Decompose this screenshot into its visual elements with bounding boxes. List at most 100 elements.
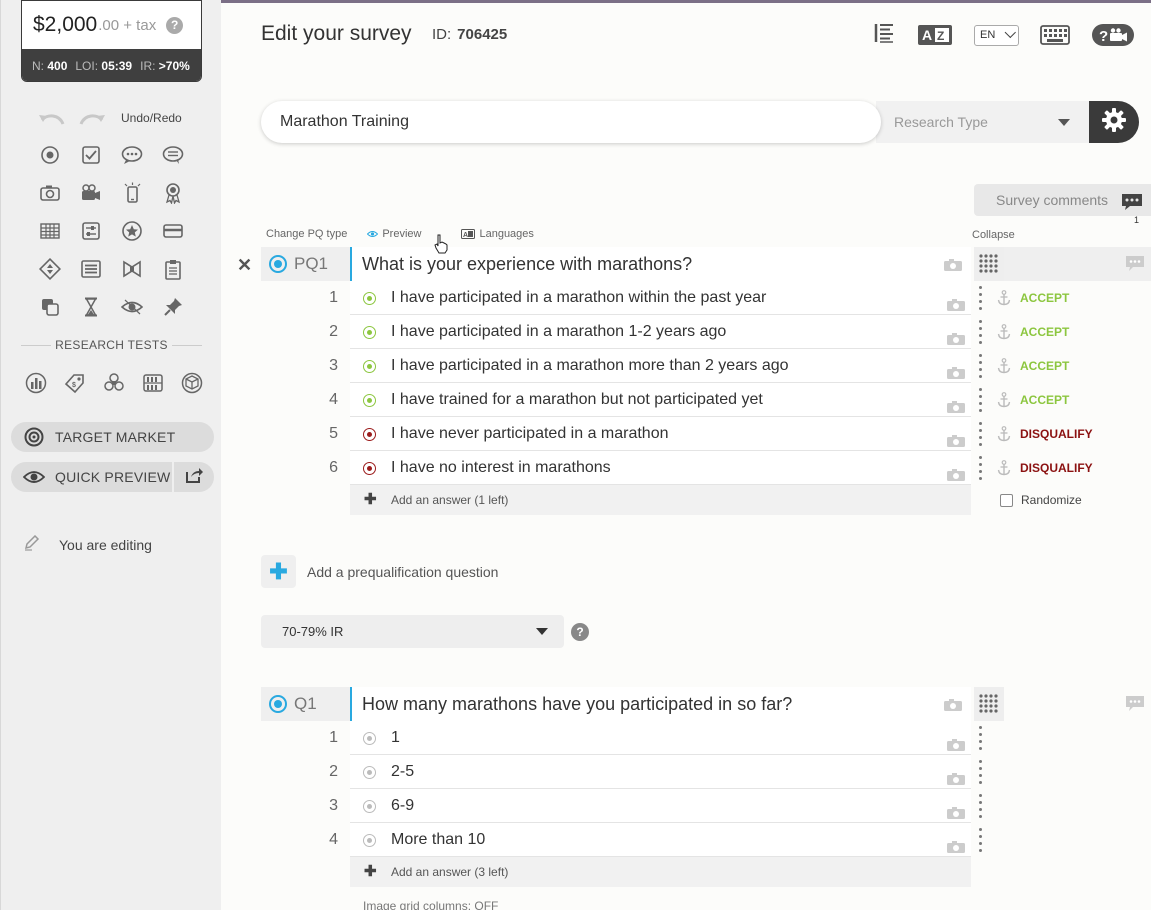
change-pq-type-link[interactable]: Change PQ type bbox=[266, 228, 347, 240]
anchor-icon[interactable] bbox=[997, 392, 1011, 408]
card-icon[interactable] bbox=[158, 216, 188, 246]
language-select[interactable]: EN bbox=[974, 25, 1019, 46]
keyboard-icon[interactable] bbox=[1040, 25, 1070, 45]
drag-handle-icon[interactable] bbox=[975, 286, 985, 310]
drag-handle-icon[interactable] bbox=[975, 794, 985, 818]
drag-handle-icon[interactable] bbox=[975, 422, 985, 446]
undo-icon[interactable] bbox=[37, 110, 67, 126]
qualification-status[interactable]: ACCEPT bbox=[1020, 315, 1069, 349]
answer-text[interactable]: I have no interest in marathons bbox=[350, 451, 971, 485]
question-text[interactable]: How many marathons have you participated… bbox=[350, 687, 971, 721]
add-answer-button[interactable]: ✚ Add an answer (3 left) bbox=[350, 857, 971, 887]
cards-icon[interactable] bbox=[35, 292, 65, 322]
comment-bubble-icon[interactable] bbox=[1125, 255, 1145, 277]
answer-text[interactable]: 6-9 bbox=[350, 789, 971, 823]
camera-icon[interactable] bbox=[946, 461, 966, 481]
camera-icon[interactable] bbox=[946, 731, 966, 751]
award-icon[interactable] bbox=[158, 178, 188, 208]
qualification-status[interactable]: ACCEPT bbox=[1020, 349, 1069, 383]
single-choice-icon[interactable] bbox=[35, 140, 65, 170]
camera-icon[interactable] bbox=[946, 427, 966, 447]
answer-text[interactable]: 1 bbox=[350, 721, 971, 755]
shelf-icon[interactable] bbox=[140, 368, 166, 398]
package-icon[interactable] bbox=[179, 368, 205, 398]
bar-chart-icon[interactable] bbox=[23, 368, 49, 398]
plus-icon[interactable]: ✚ bbox=[261, 555, 296, 588]
preview-link[interactable]: Preview bbox=[367, 228, 441, 240]
camera-icon[interactable] bbox=[943, 698, 963, 712]
help-video-icon[interactable]: ? bbox=[1092, 24, 1134, 46]
eye-tracking-icon[interactable] bbox=[117, 292, 147, 322]
delete-question-icon[interactable]: ✕ bbox=[237, 255, 252, 276]
drag-handle-icon[interactable] bbox=[975, 760, 985, 784]
ranking-icon[interactable] bbox=[35, 254, 65, 284]
camera-icon[interactable] bbox=[946, 799, 966, 819]
drag-grid-icon[interactable] bbox=[974, 687, 1004, 721]
comment-bubble-icon[interactable] bbox=[1125, 695, 1145, 717]
bow-tie-icon[interactable] bbox=[117, 254, 147, 284]
pin-icon[interactable] bbox=[158, 292, 188, 322]
qualification-status[interactable]: DISQUALIFY bbox=[1020, 451, 1093, 485]
star-rating-icon[interactable] bbox=[117, 216, 147, 246]
answer-text[interactable]: I have trained for a marathon but not pa… bbox=[350, 383, 971, 417]
list-icon[interactable] bbox=[76, 254, 106, 284]
qualification-status[interactable]: DISQUALIFY bbox=[1020, 417, 1093, 451]
target-market-button[interactable]: TARGET MARKET bbox=[11, 422, 214, 452]
drag-handle-icon[interactable] bbox=[975, 388, 985, 412]
drag-handle-icon[interactable] bbox=[975, 726, 985, 750]
share-preview-button[interactable] bbox=[174, 462, 214, 492]
sliders-icon[interactable] bbox=[76, 216, 106, 246]
open-text-icon[interactable] bbox=[117, 140, 147, 170]
survey-name-input[interactable]: Marathon Training bbox=[261, 101, 881, 143]
price-tag-icon[interactable]: $ bbox=[62, 368, 88, 398]
add-answer-button[interactable]: ✚ Add an answer (1 left) bbox=[350, 485, 971, 515]
anchor-icon[interactable] bbox=[997, 426, 1011, 442]
anchor-icon[interactable] bbox=[997, 324, 1011, 340]
drag-grid-icon[interactable] bbox=[974, 247, 1004, 281]
drag-handle-icon[interactable] bbox=[975, 354, 985, 378]
settings-button[interactable] bbox=[1089, 101, 1139, 143]
answer-text[interactable]: More than 10 bbox=[350, 823, 971, 857]
video-icon[interactable] bbox=[76, 178, 106, 208]
help-icon[interactable]: ? bbox=[571, 623, 589, 641]
survey-comments-button[interactable]: Survey comments 1 bbox=[974, 184, 1151, 225]
answer-text[interactable]: 2-5 bbox=[350, 755, 971, 789]
multi-choice-icon[interactable] bbox=[76, 140, 106, 170]
camera-icon[interactable] bbox=[946, 833, 966, 853]
languages-link[interactable]: A Languages bbox=[461, 228, 553, 240]
randomize-checkbox[interactable]: Randomize bbox=[1000, 493, 1082, 507]
camera-icon[interactable] bbox=[946, 291, 966, 311]
drag-handle-icon[interactable] bbox=[975, 828, 985, 852]
drag-handle-icon[interactable] bbox=[975, 456, 985, 480]
clipboard-icon[interactable] bbox=[158, 254, 188, 284]
answer-text[interactable]: I have participated in a marathon within… bbox=[350, 281, 971, 315]
camera-icon[interactable] bbox=[943, 258, 963, 272]
drag-handle-icon[interactable] bbox=[975, 320, 985, 344]
research-type-select[interactable]: Research Type bbox=[876, 101, 1116, 143]
camera-icon[interactable] bbox=[946, 765, 966, 785]
camera-icon[interactable] bbox=[946, 393, 966, 413]
mobile-icon[interactable] bbox=[117, 178, 147, 208]
anchor-icon[interactable] bbox=[997, 460, 1011, 476]
answer-text[interactable]: I have never participated in a marathon bbox=[350, 417, 971, 451]
qualification-status[interactable]: ACCEPT bbox=[1020, 383, 1069, 417]
grid-icon[interactable] bbox=[35, 216, 65, 246]
incidence-rate-select[interactable]: 70-79% IR bbox=[261, 615, 564, 648]
anchor-icon[interactable] bbox=[997, 358, 1011, 374]
hourglass-icon[interactable] bbox=[76, 292, 106, 322]
comment-icon[interactable] bbox=[158, 140, 188, 170]
quick-preview-button[interactable]: QUICK PREVIEW bbox=[11, 462, 172, 492]
image-grid-columns-toggle[interactable]: Image grid columns: OFF bbox=[363, 899, 498, 910]
price-help-icon[interactable]: ? bbox=[166, 16, 184, 34]
add-prequalification[interactable]: ✚ Add a prequalification question bbox=[261, 555, 498, 588]
answer-text[interactable]: I have participated in a marathon more t… bbox=[350, 349, 971, 383]
answer-text[interactable]: I have participated in a marathon 1-2 ye… bbox=[350, 315, 971, 349]
camera-icon[interactable] bbox=[946, 325, 966, 345]
conjoint-icon[interactable] bbox=[101, 368, 127, 398]
anchor-icon[interactable] bbox=[997, 290, 1011, 306]
camera-icon[interactable] bbox=[946, 359, 966, 379]
translate-icon[interactable]: AZ bbox=[918, 25, 952, 45]
qualification-status[interactable]: ACCEPT bbox=[1020, 281, 1069, 315]
photo-icon[interactable] bbox=[35, 178, 65, 208]
outline-icon[interactable] bbox=[874, 22, 894, 44]
